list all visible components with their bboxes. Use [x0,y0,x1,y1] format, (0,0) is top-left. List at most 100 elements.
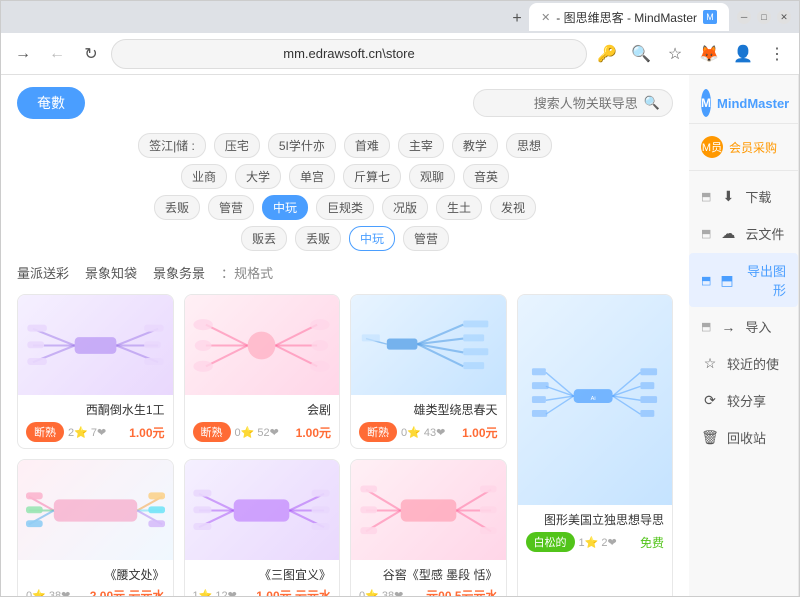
card-3[interactable]: 会剧 1.00元 ❤52 ⭐0 断熟 [184,294,341,449]
card-8-meta: 2.00元 云元水 ❤38 ⭐0 [26,587,165,596]
maximize-button[interactable]: □ [757,10,771,24]
extension-icon[interactable]: 🦊 [695,40,723,68]
tag-play2[interactable]: 中玩 [349,226,395,251]
sidebar-label-import: 导入 [745,317,771,336]
tag-compute[interactable]: 斤算七 [343,164,401,189]
card-6-price: 元00.5云元水 [426,587,497,596]
trash-icon: 🗑 [701,429,719,447]
tag-master[interactable]: 主宰 [398,133,444,158]
card-3-stats: ❤52 ⭐0 [235,426,279,439]
card-7-thumb [185,460,340,560]
card-2-buy-btn[interactable]: 断熟 [359,422,397,442]
search-nav-icon[interactable]: 🔍 [627,40,655,68]
card-8-mindmap [26,468,165,553]
tag-palace[interactable]: 单宫 [289,164,335,189]
account-icon[interactable]: 👤 [729,40,757,68]
card-6-stats: ❤38 ⭐0 [359,589,403,596]
card-8[interactable]: 《腰文处》 2.00元 云元水 ❤38 ⭐0 [17,459,174,596]
export-copy-icon: ⬒ [701,274,711,287]
download-icon2: ⬒ [701,190,711,203]
tag-pressure[interactable]: 压宅 [214,133,260,158]
sidebar-item-cloud[interactable]: 云文件 ☁ ⬒ [689,216,798,251]
card-2-title: 雄类型绕思春天 [359,401,498,418]
tag-extra2[interactable]: 贩丢 [241,226,287,251]
tag-sign[interactable]: : 签江|储 [138,133,206,158]
logo-icon: M [701,89,711,117]
menu-button[interactable]: ⋮ [763,40,791,68]
sidebar-label-recent: 较近的使 [727,354,779,373]
card-1-title: 图形美国立独思想导思 [526,511,665,528]
tag-teach[interactable]: 教学 [452,133,498,158]
card-1-free-btn[interactable]: 白松的 [526,532,575,552]
card-2[interactable]: 雄类型绕思春天 1.00元 ❤43 ⭐0 断熟 [350,294,507,449]
tags-row-2: 音英 观聊 斤算七 单宫 大学 业商 [17,164,673,189]
card-7-info: 《三图宜义》 1.00元 云元水 ❤12 ⭐1 [185,560,340,596]
search-input[interactable] [488,96,638,111]
logo-text: MindMaster [717,96,789,111]
tag-version[interactable]: 况版 [382,195,428,220]
tag-business[interactable]: 业商 [181,164,227,189]
card-4-buy-btn[interactable]: 断熟 [26,422,64,442]
tag-5i[interactable]: 5I学什亦 [268,133,336,158]
tag-play[interactable]: 中玩 [262,195,308,220]
card-1-price: 免费 [640,534,664,551]
tab-favicon: M [703,10,717,24]
card-4[interactable]: 西酮倒水生1工 1.00元 ❤7 ⭐2 断熟 [17,294,174,449]
tag-english[interactable]: 音英 [463,164,509,189]
new-tab-button[interactable]: + [505,7,529,31]
tag-manage[interactable]: 管营 [208,195,254,220]
tag-life[interactable]: 生土 [436,195,482,220]
filter-color[interactable]: 量派送彩 [17,263,69,282]
sidebar-item-export[interactable]: 导出图形 ⬒ ⬒ [689,253,798,307]
card-4-meta: 1.00元 ❤7 ⭐2 断熟 [26,422,165,442]
card-3-buy-btn[interactable]: 断熟 [193,422,231,442]
card-7-stats: ❤12 ⭐1 [193,589,237,596]
tag-manage2[interactable]: 管营 [403,226,449,251]
sidebar-item-import[interactable]: 导入 → ⬒ [689,309,798,344]
card-2-meta: 1.00元 ❤43 ⭐0 断熟 [359,422,498,442]
forward-button[interactable]: → [9,40,37,68]
card-2-actions: ❤43 ⭐0 断熟 [359,422,445,442]
card-7[interactable]: 《三图宜义》 1.00元 云元水 ❤12 ⭐1 [184,459,341,596]
minimize-button[interactable]: ─ [737,10,751,24]
card-4-stats: ❤7 ⭐2 [68,426,106,439]
top-row: 🔍 奄數 [17,87,673,119]
address-bar[interactable]: mm.edrawsoft.cn\store [111,39,587,69]
sidebar-item-trash[interactable]: 回收站 🗑 [689,420,798,455]
tag-difficult[interactable]: 首难 [344,133,390,158]
recommend-button[interactable]: 奄數 [17,87,85,119]
refresh-button[interactable]: ↻ [77,40,105,68]
sidebar-label-trash: 回收站 [727,428,766,447]
tag-sell[interactable]: 丢贩 [154,195,200,220]
tag-extra1[interactable]: 丢贩 [295,226,341,251]
tag-chat[interactable]: 观聊 [409,164,455,189]
card-1[interactable]: Ai [517,294,674,596]
back-button[interactable]: ← [43,40,71,68]
card-3-thumb [185,295,340,395]
cards-grid: Ai [17,294,673,596]
tag-broadcast[interactable]: 发视 [490,195,536,220]
sidebar-item-download[interactable]: 下载 ⬇ ⬒ [689,179,798,214]
card-8-info: 《腰文处》 2.00元 云元水 ❤38 ⭐0 [18,560,173,596]
active-tab[interactable]: M 图思维思客 - MindMaster - ✕ [529,3,729,31]
tab-close-icon[interactable]: ✕ [541,11,550,24]
title-bar: ✕ □ ─ M 图思维思客 - MindMaster - ✕ + [1,1,799,33]
tag-internet[interactable]: 巨规类 [316,195,374,220]
key-icon[interactable]: 🔑 [593,40,621,68]
card-6[interactable]: 《型感 墨段 恬》谷窖 元00.5云元水 ❤38 ⭐0 [350,459,507,596]
filter-portrait[interactable]: 景象知袋 [85,263,137,282]
window-controls: ✕ □ ─ [737,10,791,24]
search-box[interactable]: 🔍 [473,89,673,117]
tag-university[interactable]: 大学 [235,164,281,189]
sidebar-item-share[interactable]: 较分享 ⟳ [689,383,798,418]
card-1-meta: 免费 ❤2 ⭐1 白松的 [526,532,665,552]
sidebar-label-download: 下载 [745,187,771,206]
bookmark-icon[interactable]: ☆ [661,40,689,68]
filter-landscape[interactable]: 景象务景 [153,263,205,282]
card-2-stats: ❤43 ⭐0 [401,426,445,439]
close-button[interactable]: ✕ [777,10,791,24]
sidebar-item-recent[interactable]: 较近的使 ☆ [689,346,798,381]
tab-bar: M 图思维思客 - MindMaster - ✕ + [9,3,729,31]
tag-thinking[interactable]: 思想 [506,133,552,158]
card-4-info: 西酮倒水生1工 1.00元 ❤7 ⭐2 断熟 [18,395,173,448]
